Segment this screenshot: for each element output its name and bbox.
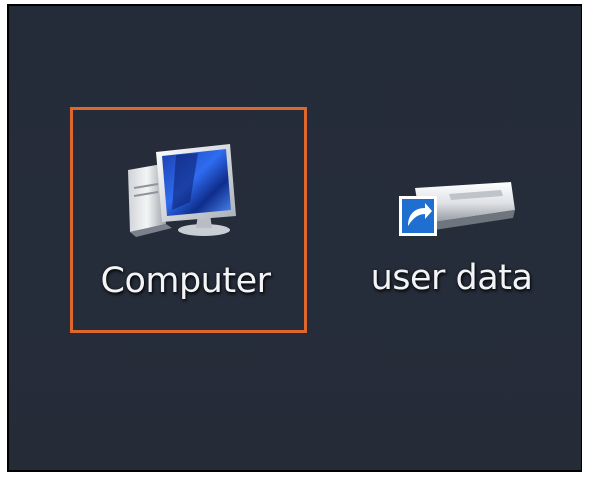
desktop-icon-label: Computer	[100, 261, 272, 301]
desktop-icon-computer[interactable]: Computer	[70, 107, 307, 333]
desktop-icon-user-data[interactable]: user data	[349, 107, 554, 333]
computer-icon	[128, 144, 236, 237]
desktop-icon-label: user data	[370, 258, 533, 298]
drive-shortcut-icon	[399, 182, 515, 236]
desktop: Computer user data	[7, 4, 582, 472]
